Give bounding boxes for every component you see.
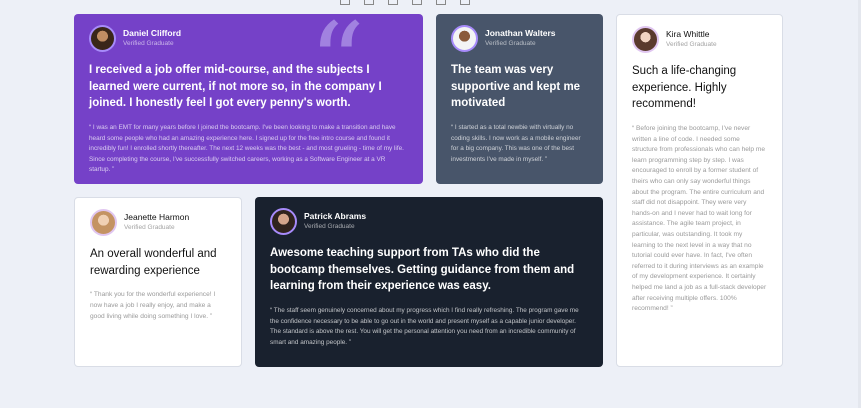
author-status: Verified Graduate <box>304 223 355 230</box>
testimonial-quote: “ Thank you for the wonderful experience… <box>90 291 216 320</box>
testimonial-quote: “ I was an EMT for many years before I j… <box>89 124 404 174</box>
testimonial-quote: “ Before joining the bootcamp, I've neve… <box>632 125 767 313</box>
card-header: Patrick Abrams Verified Graduate <box>270 207 588 235</box>
author-info: Jeanette Harmon Verified Graduate <box>124 212 189 232</box>
testimonial-headline: An overall wonderful and rewarding exper… <box>90 248 217 277</box>
testimonial-card-daniel: “ Daniel Clifford Verified Graduate I re… <box>74 14 423 184</box>
testimonial-headline: Such a life-changing experience. Highly … <box>632 65 737 111</box>
author-name: Kira Whittle <box>666 29 710 39</box>
toolbar-icon <box>340 0 350 5</box>
author-info: Jonathan Walters Verified Graduate <box>485 28 556 48</box>
author-info: Patrick Abrams Verified Graduate <box>304 211 366 231</box>
author-name: Jonathan Walters <box>485 28 556 38</box>
author-name: Daniel Clifford <box>123 28 182 38</box>
testimonial-card-patrick: Patrick Abrams Verified Graduate Awesome… <box>255 197 603 367</box>
avatar <box>632 25 659 53</box>
testimonial-quote: “ The staff seem genuinely concerned abo… <box>270 307 579 346</box>
card-header: Kira Whittle Verified Graduate <box>632 25 767 53</box>
avatar <box>270 207 297 235</box>
browser-toolbar-fragment <box>340 0 510 6</box>
author-info: Kira Whittle Verified Graduate <box>666 29 717 49</box>
author-status: Verified Graduate <box>123 40 174 47</box>
testimonial-card-kira: Kira Whittle Verified Graduate Such a li… <box>616 14 783 367</box>
testimonial-card-jonathan: Jonathan Walters Verified Graduate The t… <box>436 14 603 184</box>
testimonial-quote: “ I started as a total newbie with virtu… <box>451 124 581 163</box>
card-header: Daniel Clifford Verified Graduate <box>89 24 408 52</box>
toolbar-icon <box>436 0 446 5</box>
testimonial-headline: Awesome teaching support from TAs who di… <box>270 247 575 293</box>
card-header: Jonathan Walters Verified Graduate <box>451 24 588 52</box>
card-header: Jeanette Harmon Verified Graduate <box>90 208 226 236</box>
toolbar-icon <box>388 0 398 5</box>
toolbar-icon <box>460 0 470 5</box>
avatar <box>89 24 116 52</box>
testimonial-card-jeanette: Jeanette Harmon Verified Graduate An ove… <box>74 197 242 367</box>
author-name: Patrick Abrams <box>304 211 367 221</box>
toolbar-icon <box>364 0 374 5</box>
toolbar-icon <box>412 0 422 5</box>
author-name: Jeanette Harmon <box>124 212 190 222</box>
avatar <box>90 208 117 236</box>
author-info: Daniel Clifford Verified Graduate <box>123 28 181 48</box>
author-status: Verified Graduate <box>485 40 536 47</box>
author-status: Verified Graduate <box>124 224 175 231</box>
avatar <box>451 24 478 52</box>
author-status: Verified Graduate <box>666 41 717 48</box>
testimonial-headline: The team was very supportive and kept me… <box>451 64 581 110</box>
testimonial-headline: I received a job offer mid-course, and t… <box>89 64 382 110</box>
